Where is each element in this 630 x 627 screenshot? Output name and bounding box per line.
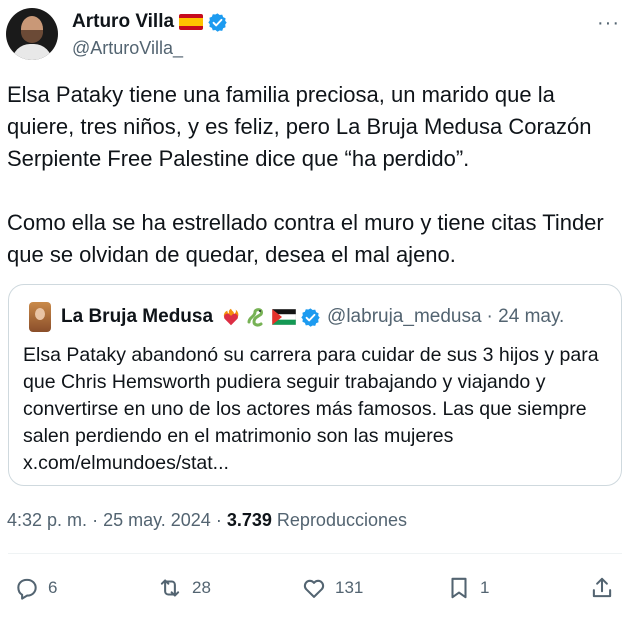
author-name-row: Arturo Villa [72,10,228,34]
reply-button[interactable]: 6 [14,568,57,608]
action-bar: 6 28 131 1 [0,568,630,608]
meta-separator: · [92,510,99,530]
bookmark-count: 1 [480,578,490,597]
repost-count: 28 [192,578,211,597]
author-display-name[interactable]: Arturo Villa [72,11,174,33]
like-button[interactable]: 131 [301,568,363,608]
views-label: Reproducciones [276,510,407,530]
tweet-meta: 4:32 p. m. · 25 may. 2024 · 3.739 Reprod… [7,510,407,531]
spain-flag-icon [179,14,204,30]
more-options-icon[interactable]: ··· [597,12,620,35]
snake-icon [247,308,264,327]
quoted-author-name: La Bruja Medusa [61,306,214,327]
bookmark-button[interactable]: 1 [446,568,489,608]
share-icon [592,577,612,598]
verified-badge-icon[interactable] [207,12,228,33]
repost-icon [160,579,180,597]
quoted-tweet-text: Elsa Pataky abandonó su carrera para cui… [23,344,599,474]
quoted-author-avatar [29,302,51,332]
quoted-tweet-header: La Bruja Medusa @labruja_medusa · 24 may… [29,302,564,332]
author-handle[interactable]: @ArturoVilla_ [72,38,183,59]
flaming-heart-icon [223,308,239,326]
quoted-author-emojis [220,306,297,328]
divider [8,553,622,554]
meta-separator-2: · [215,510,222,530]
quoted-tweet[interactable]: La Bruja Medusa @labruja_medusa · 24 may… [8,284,622,486]
palestine-flag-icon [272,309,297,325]
author-avatar[interactable] [6,8,58,60]
reply-icon [17,578,37,600]
tweet-date[interactable]: 25 may. 2024 [103,510,211,530]
bookmark-icon [451,577,467,599]
tweet-text: Elsa Pataky tiene una familia preciosa, … [7,82,604,267]
like-count: 131 [335,578,364,597]
views-count: 3.739 [226,510,272,530]
share-button[interactable] [589,568,615,608]
quoted-author-handle: @labruja_medusa [327,306,482,327]
tweet-time[interactable]: 4:32 p. m. [7,510,87,530]
tweet-header: Arturo Villa @ArturoVilla_ ··· [6,6,624,66]
quoted-tweet-date: · 24 may. [486,306,565,327]
quoted-verified-badge-icon [300,307,321,328]
reply-count: 6 [48,578,58,597]
heart-icon [303,579,325,598]
repost-button[interactable]: 28 [156,568,211,608]
